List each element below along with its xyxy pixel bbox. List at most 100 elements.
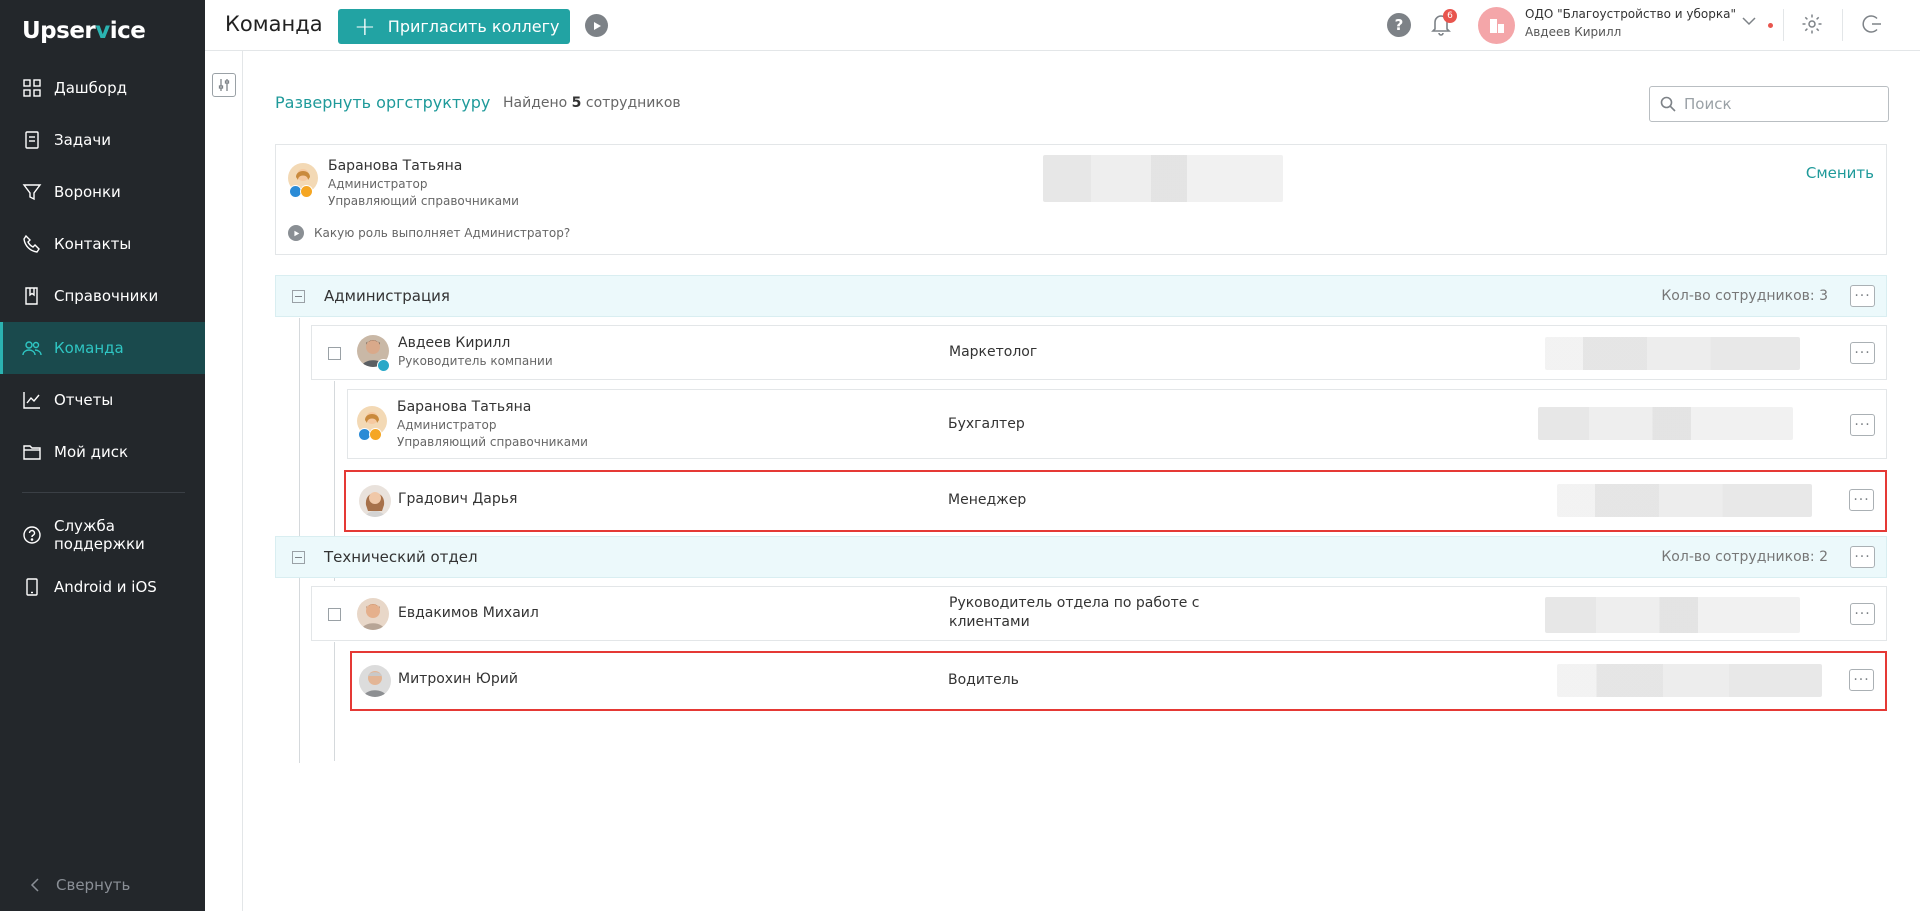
sidebar-item-directories[interactable]: Справочники <box>0 270 205 322</box>
grid-icon <box>23 79 41 97</box>
department-name: Технический отдел <box>324 548 478 566</box>
employee-role-secondary: Управляющий справочниками <box>397 435 588 449</box>
avatar <box>359 665 391 697</box>
admin-name: Баранова Татьяна <box>328 158 463 174</box>
header-divider <box>1783 9 1784 41</box>
table-row[interactable]: Баранова Татьяна Администратор Управляющ… <box>347 389 1887 459</box>
gear-icon[interactable] <box>1801 13 1823 35</box>
org-avatar[interactable] <box>1478 7 1515 44</box>
plus-icon: + <box>354 11 376 42</box>
tree-line <box>334 642 335 761</box>
play-icon <box>288 225 304 241</box>
table-row[interactable]: Евдакимов Михаил Руководитель отдела по … <box>311 586 1887 641</box>
chevron-down-icon[interactable] <box>1742 16 1756 26</box>
mobile-icon <box>26 578 38 596</box>
redacted-contact <box>1557 484 1812 517</box>
table-row[interactable]: Градович Дарья Менеджер ··· <box>344 470 1887 532</box>
building-icon <box>1489 18 1504 33</box>
sidebar-item-label: Дашборд <box>54 79 127 97</box>
avatar <box>357 598 389 630</box>
employee-role: Администратор <box>397 418 497 432</box>
employee-position: Менеджер <box>948 492 1027 508</box>
employee-name: Градович Дарья <box>398 491 518 507</box>
redacted-contact <box>1545 597 1800 633</box>
sidebar-item-label: Справочники <box>54 287 159 305</box>
admin-role: Администратор <box>328 177 428 191</box>
sidebar-item-label: Команда <box>54 339 124 357</box>
more-options-button[interactable]: ··· <box>1850 285 1875 307</box>
change-admin-link[interactable]: Сменить <box>1806 164 1874 182</box>
current-user-name[interactable]: Авдеев Кирилл <box>1525 25 1621 39</box>
sidebar-item-funnels[interactable]: Воронки <box>0 166 205 218</box>
sidebar-item-label: Служба поддержки <box>54 517 145 553</box>
admin-role-secondary: Управляющий справочниками <box>328 194 519 208</box>
collapse-sidebar-button[interactable]: Свернуть <box>30 876 130 894</box>
collapse-icon[interactable] <box>292 290 305 303</box>
invite-colleague-button[interactable]: + Пригласить коллегу <box>338 9 570 44</box>
coin-badge-icon <box>369 428 382 441</box>
employee-name: Митрохин Юрий <box>398 671 518 687</box>
collapse-icon[interactable] <box>292 551 305 564</box>
department-header[interactable]: Администрация Кол-во сотрудников: 3 ··· <box>275 275 1887 317</box>
employee-position: Руководитель отдела по работе с клиентам… <box>949 595 1200 630</box>
crown-badge-icon <box>377 359 390 372</box>
help-button[interactable]: ? <box>1387 13 1411 37</box>
admin-card: Баранова Татьяна Администратор Управляющ… <box>275 144 1887 255</box>
more-options-button[interactable]: ··· <box>1850 342 1875 364</box>
more-options-button[interactable]: ··· <box>1850 603 1875 625</box>
collapse-icon[interactable] <box>328 608 341 621</box>
chevron-left-icon <box>30 878 39 892</box>
tasks-icon <box>25 131 39 149</box>
employee-role: Руководитель компании <box>398 354 553 368</box>
sidebar-item-tasks[interactable]: Задачи <box>0 114 205 166</box>
more-options-button[interactable]: ··· <box>1850 414 1875 436</box>
sidebar-item-my-disk[interactable]: Мой диск <box>0 426 205 478</box>
sidebar-item-contacts[interactable]: Контакты <box>0 218 205 270</box>
more-options-button[interactable]: ··· <box>1849 669 1874 691</box>
employee-position: Маркетолог <box>949 344 1038 360</box>
phone-icon <box>23 234 40 253</box>
sidebar-item-dashboard[interactable]: Дашборд <box>0 62 205 114</box>
filter-toggle-button[interactable] <box>212 73 236 97</box>
sidebar-item-team[interactable]: Команда <box>0 322 205 374</box>
team-icon <box>22 341 42 356</box>
table-row[interactable]: Митрохин Юрий Водитель ··· <box>350 651 1887 711</box>
sidebar-divider <box>22 492 185 493</box>
more-options-button[interactable]: ··· <box>1849 489 1874 511</box>
employee-position: Водитель <box>948 672 1019 688</box>
employee-name: Авдеев Кирилл <box>398 335 511 351</box>
expand-orgstructure-link[interactable]: Развернуть оргструктуру <box>275 93 490 112</box>
logout-icon[interactable] <box>1860 13 1882 35</box>
department-count: Кол-во сотрудников: 2 <box>1661 549 1828 565</box>
sidebar-item-label: Отчеты <box>54 391 114 409</box>
sidebar-item-label: Android и iOS <box>54 578 157 596</box>
employee-name: Баранова Татьяна <box>397 399 532 415</box>
table-row[interactable]: Авдеев Кирилл Руководитель компании Марк… <box>311 325 1887 380</box>
sliders-icon <box>218 79 230 91</box>
status-dot <box>1768 23 1773 28</box>
sidebar-item-label: Воронки <box>54 183 121 201</box>
play-icon <box>593 21 601 30</box>
header-divider <box>1842 9 1843 41</box>
funnel-icon <box>22 184 42 201</box>
department-name: Администрация <box>324 287 450 305</box>
admin-role-question[interactable]: Какую роль выполняет Администратор? <box>288 225 570 241</box>
play-video-button[interactable] <box>585 14 608 37</box>
more-options-button[interactable]: ··· <box>1850 546 1875 568</box>
org-name[interactable]: ОДО "Благоустройство и уборка" <box>1525 7 1736 21</box>
chart-icon <box>23 392 40 409</box>
employee-position: Бухгалтер <box>948 416 1025 432</box>
sidebar-item-support[interactable]: Служба поддержки <box>0 509 205 561</box>
sidebar-item-reports[interactable]: Отчеты <box>0 374 205 426</box>
search-input[interactable]: Поиск <box>1649 86 1889 122</box>
redacted-contact <box>1557 664 1822 697</box>
collapse-icon[interactable] <box>328 347 341 360</box>
tree-line <box>299 579 300 763</box>
top-header: Команда + Пригласить коллегу ? 6 ОДО "Бл… <box>205 0 1920 51</box>
department-header[interactable]: Технический отдел Кол-во сотрудников: 2 … <box>275 536 1887 578</box>
sidebar-item-mobile[interactable]: Android и iOS <box>0 561 205 613</box>
redacted-contact <box>1043 155 1283 202</box>
app-logo[interactable]: Upservice <box>22 18 146 44</box>
notifications-badge: 6 <box>1443 9 1457 23</box>
coin-badge-icon <box>300 185 313 198</box>
